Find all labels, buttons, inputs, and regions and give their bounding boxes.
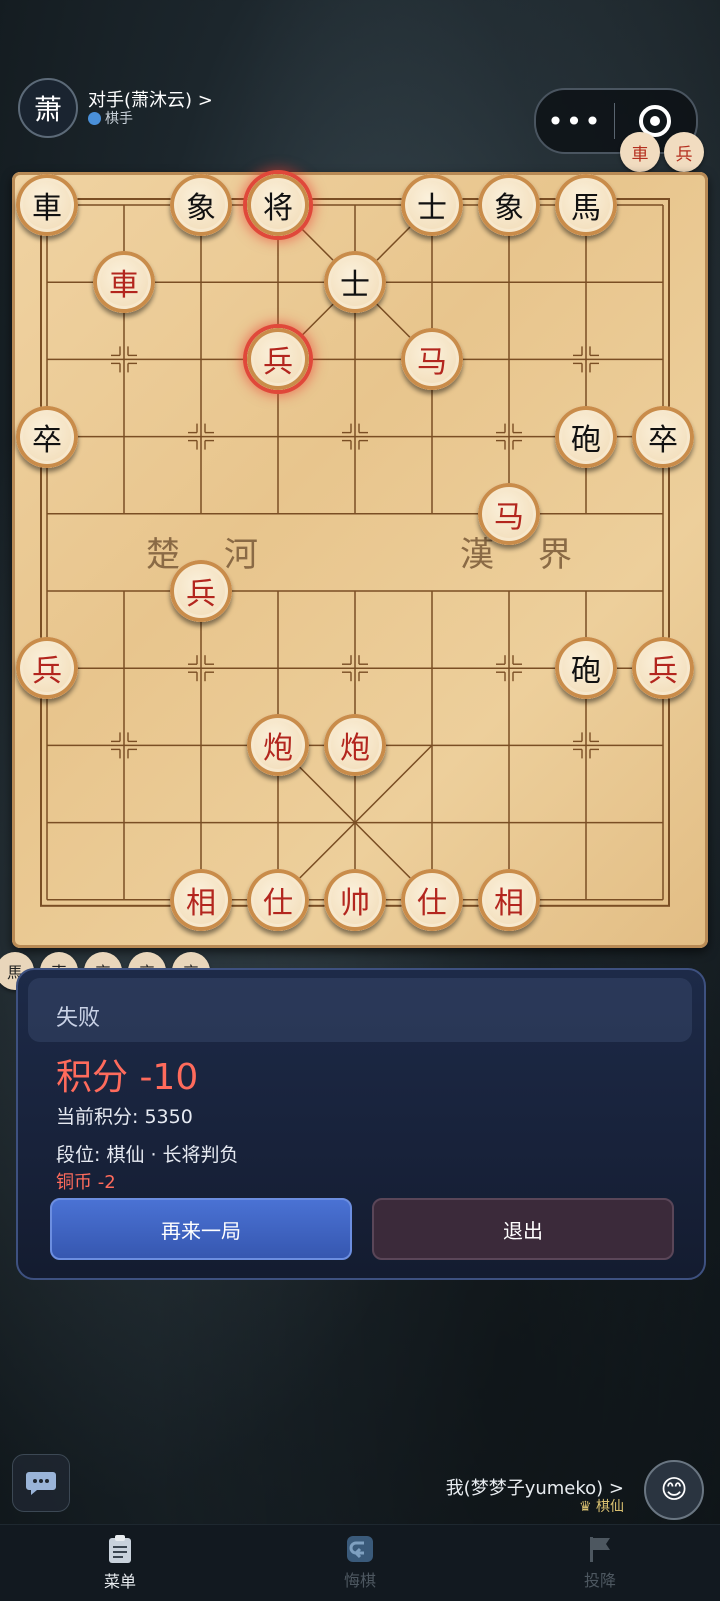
chess-piece-black[interactable]: 馬: [555, 174, 617, 236]
more-button[interactable]: •••: [536, 105, 614, 138]
chess-piece-red[interactable]: 兵: [632, 637, 694, 700]
tab-menu-label: 菜单: [103, 1572, 136, 1591]
crown-icon: ♛: [578, 1499, 596, 1515]
chess-piece-black[interactable]: 将: [247, 174, 309, 236]
chess-board[interactable]: 楚 河 漢 界 車象将士象馬車士兵马卒砲卒马兵兵砲兵炮炮相仕帅仕相: [12, 172, 708, 948]
river-text-chu: 楚: [146, 535, 180, 575]
chess-piece-red[interactable]: 仕: [247, 868, 309, 931]
chat-button[interactable]: [12, 1454, 70, 1512]
exit-button[interactable]: 退出: [372, 1198, 674, 1260]
undo-icon: [347, 1536, 373, 1562]
chess-piece-red[interactable]: 相: [170, 868, 232, 931]
chess-piece-black[interactable]: 士: [401, 174, 463, 236]
rank-badge-icon: [88, 111, 101, 125]
chess-piece-black[interactable]: 象: [478, 174, 540, 236]
opponent-rank-label: 棋手: [105, 111, 133, 127]
play-again-button[interactable]: 再来一局: [50, 1198, 352, 1260]
tab-undo[interactable]: 悔棋: [240, 1525, 480, 1601]
tab-menu[interactable]: 菜单: [0, 1525, 240, 1601]
chess-piece-black[interactable]: 車: [16, 174, 78, 236]
captured-piece: 車: [620, 132, 660, 172]
opponent-rank: 棋手: [88, 108, 133, 128]
result-header: [28, 978, 692, 1042]
river-text-jie: 界: [538, 535, 572, 575]
chess-piece-black[interactable]: 卒: [632, 405, 694, 468]
chess-piece-red[interactable]: 相: [478, 868, 540, 931]
river-text-he: 河: [224, 535, 258, 575]
score-change: 积分 -10: [56, 1057, 199, 1098]
chess-piece-red[interactable]: 马: [401, 328, 463, 391]
my-rank-label: 棋仙: [596, 1499, 624, 1515]
chess-piece-black[interactable]: 士: [324, 251, 386, 314]
chess-piece-red[interactable]: 马: [478, 482, 540, 545]
bottom-tab-bar: 菜单 悔棋 投降: [0, 1524, 720, 1601]
chess-piece-red[interactable]: 兵: [16, 637, 78, 700]
chess-piece-red[interactable]: 炮: [247, 714, 309, 777]
tab-surrender-label: 投降: [583, 1571, 616, 1590]
chess-piece-black[interactable]: 象: [170, 174, 232, 236]
chess-piece-red[interactable]: 仕: [401, 868, 463, 931]
rank-info: 段位: 棋仙 · 长将判负: [56, 1144, 239, 1166]
result-panel: 失败 积分 -10 当前积分: 5350 段位: 棋仙 · 长将判负 铜币 -2…: [16, 968, 706, 1280]
clipboard-icon: [109, 1535, 131, 1563]
captured-piece: 兵: [664, 132, 704, 172]
chess-piece-red[interactable]: 車: [93, 251, 155, 314]
chat-bubble-icon: [26, 1472, 56, 1495]
chess-piece-black[interactable]: 卒: [16, 405, 78, 468]
chess-piece-black[interactable]: 砲: [555, 637, 617, 700]
opponent-avatar-char: 萧: [33, 93, 62, 126]
current-score: 当前积分: 5350: [56, 1106, 193, 1128]
chess-piece-red[interactable]: 兵: [170, 560, 232, 622]
chess-piece-red[interactable]: 炮: [324, 714, 386, 777]
tab-surrender[interactable]: 投降: [480, 1525, 720, 1601]
my-avatar[interactable]: 😊: [644, 1460, 704, 1520]
coin-change: 铜币 -2: [56, 1172, 116, 1193]
result-title: 失败: [56, 1006, 101, 1031]
chess-piece-red[interactable]: 帅: [324, 868, 386, 931]
flag-icon: [590, 1537, 610, 1562]
my-rank: ♛ 棋仙: [579, 1496, 624, 1516]
chess-piece-red[interactable]: 兵: [247, 328, 309, 391]
chess-piece-black[interactable]: 砲: [555, 405, 617, 468]
opponent-avatar[interactable]: 萧: [18, 78, 78, 138]
tab-undo-label: 悔棋: [343, 1571, 376, 1590]
